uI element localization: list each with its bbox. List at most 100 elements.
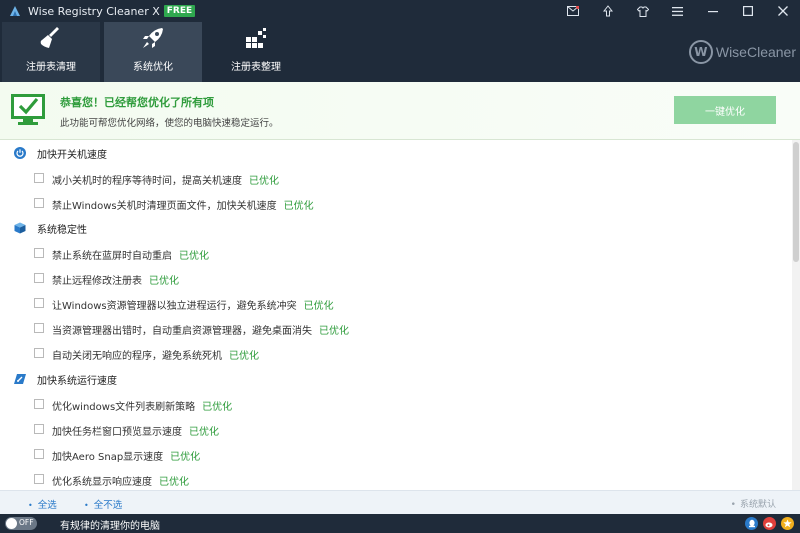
tab-registry-defrag[interactable]: 注册表整理	[207, 22, 305, 82]
list-item[interactable]: 当资源管理器出错时，自动重启资源管理器，避免桌面消失 已优化	[0, 317, 792, 341]
menu-icon[interactable]	[660, 0, 695, 22]
close-icon[interactable]	[765, 0, 800, 22]
blocks-icon	[243, 24, 269, 52]
bullet-icon: •	[84, 501, 89, 510]
status-bar: OFF 有规律的清理你的电脑	[0, 514, 800, 533]
item-checkbox[interactable]	[34, 198, 44, 208]
banner-subtitle: 此功能可帮您优化网络，使您的电脑快速稳定运行。	[60, 118, 279, 129]
broom-icon	[38, 24, 64, 52]
status-badge: 已优化	[189, 427, 219, 438]
scrollbar-thumb[interactable]	[793, 142, 799, 262]
wisecleaner-logo-text: WiseCleaner	[715, 44, 796, 60]
one-click-optimize-button[interactable]: 一键优化	[674, 96, 776, 124]
item-text: 禁止Windows关机时清理页面文件，加快关机速度	[52, 201, 277, 212]
app-title: Wise Registry Cleaner X	[28, 4, 160, 18]
select-none-link[interactable]: • 全不选	[84, 497, 122, 511]
monitor-check-icon	[11, 94, 45, 129]
list-item[interactable]: 禁止远程修改注册表 已优化	[0, 267, 792, 291]
wisecleaner-logo[interactable]: W WiseCleaner	[688, 38, 796, 66]
list-item[interactable]: 自动关闭无响应的程序，避免系统死机 已优化	[0, 342, 792, 366]
status-badge: 已优化	[159, 477, 189, 488]
maximize-icon[interactable]	[730, 0, 765, 22]
list-item[interactable]: 减小关机时的程序等待时间，提高关机速度 已优化	[0, 167, 792, 191]
tab-registry-clean-label: 注册表清理	[26, 62, 76, 73]
list-item[interactable]: 禁止系统在蓝屏时自动重启 已优化	[0, 242, 792, 266]
selection-action-bar: • 全选 • 全不选 • 系统默认	[0, 490, 800, 514]
cube-icon	[14, 222, 26, 234]
item-text: 禁止远程修改注册表	[52, 276, 142, 287]
item-checkbox[interactable]	[34, 449, 44, 459]
list-item[interactable]: 禁止Windows关机时清理页面文件，加快关机速度 已优化	[0, 192, 792, 216]
bullet-icon: •	[730, 500, 736, 510]
status-badge: 已优化	[249, 176, 279, 187]
mail-icon[interactable]	[555, 0, 590, 22]
item-checkbox[interactable]	[34, 424, 44, 434]
select-none-label: 全不选	[93, 500, 123, 511]
title-bar: Wise Registry Cleaner X FREE	[0, 0, 800, 22]
item-checkbox[interactable]	[34, 298, 44, 308]
banner-title: 恭喜您！已经帮您优化了所有项	[60, 96, 214, 109]
section-startup-shutdown: 加快开关机速度	[0, 141, 792, 165]
item-checkbox[interactable]	[34, 348, 44, 358]
tab-registry-defrag-label: 注册表整理	[231, 62, 281, 73]
item-checkbox[interactable]	[34, 173, 44, 183]
item-checkbox[interactable]	[34, 323, 44, 333]
main-toolbar: 注册表清理 系统优化 注册表整理 W WiseCleaner	[0, 22, 800, 82]
status-badge: 已优化	[149, 276, 179, 287]
list-item[interactable]: 加快任务栏窗口预览显示速度 已优化	[0, 418, 792, 442]
weibo-icon[interactable]	[763, 517, 776, 530]
qq-icon[interactable]	[745, 517, 758, 530]
list-item[interactable]: 加快Aero Snap显示速度 已优化	[0, 443, 792, 467]
item-checkbox[interactable]	[34, 474, 44, 484]
item-checkbox[interactable]	[34, 248, 44, 258]
free-badge: FREE	[163, 5, 196, 17]
status-banner: 恭喜您！已经帮您优化了所有项 此功能可帮您优化网络，使您的电脑快速稳定运行。 一…	[0, 82, 800, 140]
section-title: 系统稳定性	[37, 224, 87, 236]
item-text: 当资源管理器出错时，自动重启资源管理器，避免桌面消失	[52, 326, 312, 337]
item-text: 加快任务栏窗口预览显示速度	[52, 427, 182, 438]
list-item[interactable]: 让Windows资源管理器以独立进程运行，避免系统冲突 已优化	[0, 292, 792, 316]
bullet-icon: •	[28, 501, 33, 510]
item-text: 优化windows文件列表刷新策略	[52, 402, 196, 413]
item-text: 优化系统显示响应速度	[52, 477, 152, 488]
section-system-stability: 系统稳定性	[0, 216, 792, 240]
wisecleaner-logo-mark: W	[688, 40, 713, 64]
auto-clean-toggle[interactable]: OFF	[5, 517, 37, 530]
status-badge: 已优化	[283, 201, 314, 212]
power-icon	[14, 147, 26, 159]
toggle-label: OFF	[19, 518, 34, 527]
status-badge: 已优化	[229, 351, 259, 362]
toggle-knob	[6, 518, 17, 529]
item-text: 自动关闭无响应的程序，避免系统死机	[52, 351, 222, 362]
tab-system-optimize[interactable]: 系统优化	[104, 22, 202, 82]
select-all-link[interactable]: • 全选	[28, 497, 57, 511]
item-checkbox[interactable]	[34, 273, 44, 283]
system-default-link[interactable]: • 系统默认	[731, 497, 776, 510]
item-checkbox[interactable]	[34, 399, 44, 409]
speed-icon	[14, 373, 26, 385]
section-title: 加快开关机速度	[37, 149, 107, 161]
star-icon[interactable]	[781, 517, 794, 530]
item-text: 让Windows资源管理器以独立进程运行，避免系统冲突	[52, 301, 297, 312]
rocket-icon	[140, 24, 166, 52]
list-item[interactable]: 优化系统显示响应速度 已优化	[0, 468, 792, 490]
select-all-label: 全选	[37, 500, 57, 511]
section-system-speed: 加快系统运行速度	[0, 367, 792, 391]
optimization-list: 加快开关机速度 减小关机时的程序等待时间，提高关机速度 已优化 禁止Windows…	[0, 140, 792, 490]
item-text: 禁止系统在蓝屏时自动重启	[52, 251, 172, 262]
app-logo-icon	[4, 0, 26, 22]
upload-icon[interactable]	[590, 0, 625, 22]
system-default-label: 系统默认	[739, 500, 776, 510]
status-badge: 已优化	[303, 301, 334, 312]
status-badge: 已优化	[319, 326, 349, 337]
item-text: 加快Aero Snap显示速度	[52, 452, 164, 463]
section-title: 加快系统运行速度	[37, 375, 117, 387]
status-badge: 已优化	[170, 452, 201, 463]
skin-icon[interactable]	[625, 0, 660, 22]
tab-registry-clean[interactable]: 注册表清理	[2, 22, 100, 82]
status-badge: 已优化	[179, 251, 209, 262]
list-scrollbar[interactable]	[792, 140, 800, 490]
item-text: 减小关机时的程序等待时间，提高关机速度	[52, 176, 242, 187]
minimize-icon[interactable]	[695, 0, 730, 22]
list-item[interactable]: 优化windows文件列表刷新策略 已优化	[0, 393, 792, 417]
